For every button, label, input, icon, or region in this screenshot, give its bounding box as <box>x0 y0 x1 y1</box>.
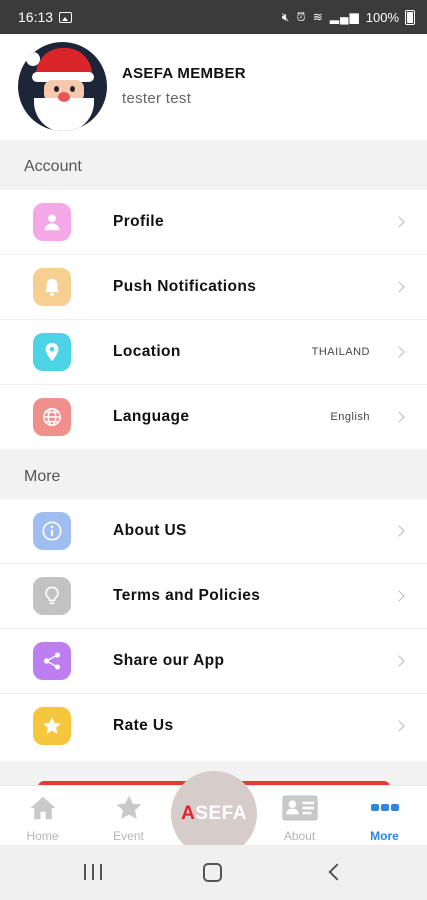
menu-item-push-notifications[interactable]: Push Notifications <box>0 255 427 320</box>
menu-item-about-us[interactable]: About US <box>0 499 427 564</box>
info-icon <box>33 512 71 550</box>
mute-icon: 🔇︎ <box>281 9 291 24</box>
location-value: THAILAND <box>311 346 370 358</box>
chevron-right-icon <box>393 655 405 667</box>
nav-about[interactable]: About <box>257 786 342 846</box>
back-icon[interactable] <box>328 863 346 881</box>
lightbulb-icon <box>33 577 71 615</box>
section-title-account: Account <box>24 158 82 175</box>
logo-text-rest: SEFA <box>195 803 247 824</box>
home-button-icon[interactable] <box>203 863 222 882</box>
menu-item-label: Push Notifications <box>113 278 257 295</box>
language-value: English <box>330 411 370 423</box>
menu-item-label: Profile <box>113 213 165 230</box>
nose <box>58 92 70 102</box>
status-time: 16:13 <box>18 9 54 25</box>
chevron-right-icon <box>393 216 405 228</box>
chevron-right-icon <box>393 281 405 293</box>
star-icon <box>33 707 71 745</box>
chevron-right-icon <box>393 411 405 423</box>
home-icon <box>28 794 58 827</box>
menu-item-language[interactable]: Language English <box>0 385 427 449</box>
beard <box>34 98 94 131</box>
menu-item-share-our-app[interactable]: Share our App <box>0 629 427 694</box>
more-dots-icon <box>370 800 399 818</box>
user-name: ASEFA MEMBER <box>122 65 246 82</box>
logo-letter-a: A <box>181 803 196 824</box>
person-icon <box>33 203 71 241</box>
nav-more[interactable]: More <box>342 786 427 846</box>
menu-item-label: About US <box>113 522 187 539</box>
status-bar: 16:13 🔇︎ ⏰︎ ≋ ▂▄▆ 100% <box>0 0 427 34</box>
battery-level: 100% <box>365 9 399 25</box>
menu-item-label: Terms and Policies <box>113 587 261 604</box>
hat-pom <box>26 52 40 66</box>
account-list: Profile Push Notifications Location THAI… <box>0 190 427 449</box>
asefa-logo-text: ASEFA <box>181 803 247 825</box>
nav-label: About <box>283 829 316 843</box>
menu-item-label: Language <box>113 408 190 425</box>
star-icon <box>114 794 144 827</box>
battery-icon <box>405 9 415 25</box>
menu-item-location[interactable]: Location THAILAND <box>0 320 427 385</box>
id-card-icon <box>281 794 319 827</box>
nav-label: Home <box>26 829 59 843</box>
location-pin-icon <box>33 333 71 371</box>
menu-item-label: Location <box>113 343 181 360</box>
nav-label: More <box>370 829 399 843</box>
alarm-icon: ⏰︎ <box>296 9 307 24</box>
system-nav-bar <box>0 845 427 900</box>
chevron-right-icon <box>393 525 405 537</box>
chevron-right-icon <box>393 346 405 358</box>
chevron-right-icon <box>393 720 405 732</box>
signal-icon: ▂▄▆ <box>329 10 360 24</box>
menu-item-label: Share our App <box>113 652 225 669</box>
avatar[interactable] <box>18 42 107 131</box>
chevron-right-icon <box>393 590 405 602</box>
menu-item-profile[interactable]: Profile <box>0 190 427 255</box>
eye-right <box>70 86 75 92</box>
profile-header[interactable]: ASEFA MEMBER tester test <box>0 34 427 140</box>
nav-event[interactable]: Event <box>86 786 171 846</box>
wifi-icon: ≋ <box>312 10 324 24</box>
menu-item-rate-us[interactable]: Rate Us <box>0 694 427 758</box>
bell-icon <box>33 268 71 306</box>
more-list: About US Terms and Policies Share our Ap… <box>0 499 427 761</box>
eye-left <box>54 86 59 92</box>
nav-home[interactable]: Home <box>0 786 85 846</box>
nav-label: Event <box>113 829 144 843</box>
menu-item-label: Rate Us <box>113 717 174 734</box>
menu-item-terms-and-policies[interactable]: Terms and Policies <box>0 564 427 629</box>
globe-icon <box>33 398 71 436</box>
gallery-notification-icon <box>59 11 73 23</box>
user-subtitle: tester test <box>122 90 192 107</box>
recent-apps-icon[interactable] <box>84 864 102 880</box>
section-title-more: More <box>24 468 61 485</box>
share-icon <box>33 642 71 680</box>
